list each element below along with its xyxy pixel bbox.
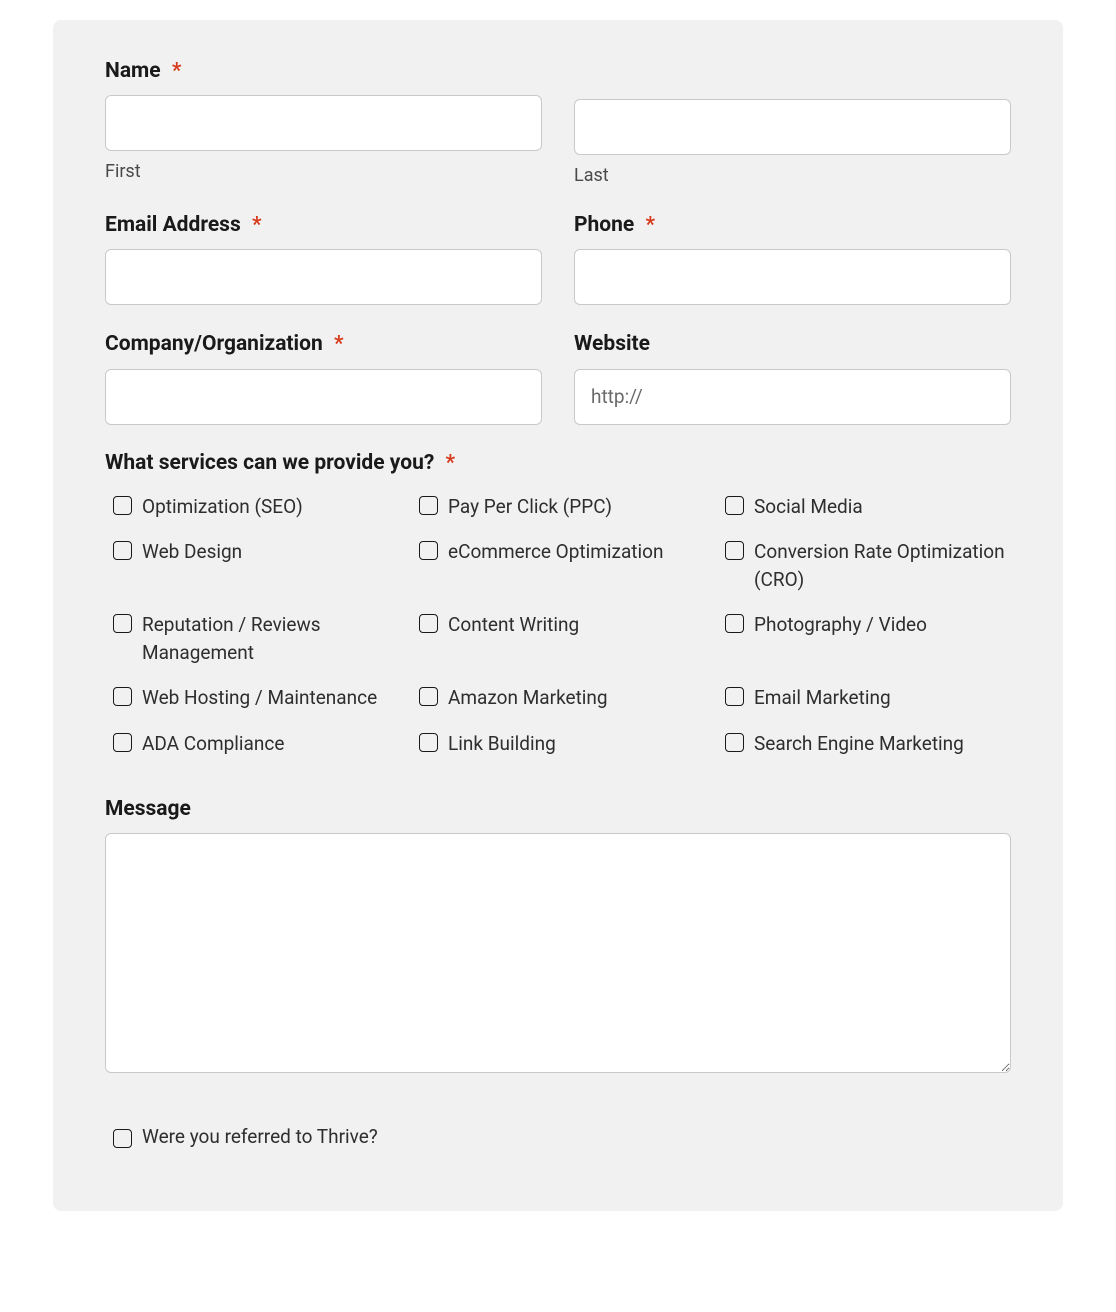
email-phone-row: Email Address * Phone * xyxy=(105,212,1011,305)
referral-row: Were you referred to Thrive? xyxy=(105,1123,1011,1151)
checkbox-input[interactable] xyxy=(725,614,744,633)
company-col: Company/Organization * xyxy=(105,331,542,424)
phone-label-text: Phone xyxy=(574,213,634,237)
service-option-sem[interactable]: Search Engine Marketing xyxy=(717,730,1011,758)
checkbox-input[interactable] xyxy=(419,496,438,515)
checkbox-label: ADA Compliance xyxy=(142,730,284,758)
service-option-link-building[interactable]: Link Building xyxy=(411,730,705,758)
checkbox-input[interactable] xyxy=(113,541,132,560)
checkbox-label: Search Engine Marketing xyxy=(754,730,964,758)
services-label-text: What services can we provide you? xyxy=(105,451,434,475)
name-label: Name * xyxy=(105,58,542,85)
services-grid: Optimization (SEO) Pay Per Click (PPC) S… xyxy=(105,493,1011,758)
service-option-hosting[interactable]: Web Hosting / Maintenance xyxy=(105,684,399,712)
email-input[interactable] xyxy=(105,249,542,305)
checkbox-input[interactable] xyxy=(725,733,744,752)
last-name-sublabel: Last xyxy=(574,165,1011,186)
service-option-reputation[interactable]: Reputation / Reviews Management xyxy=(105,611,399,666)
checkbox-label: Web Hosting / Maintenance xyxy=(142,684,377,712)
phone-label: Phone * xyxy=(574,212,1011,239)
checkbox-input[interactable] xyxy=(725,541,744,560)
checkbox-label: Link Building xyxy=(448,730,556,758)
email-col: Email Address * xyxy=(105,212,542,305)
referral-option[interactable]: Were you referred to Thrive? xyxy=(113,1123,1011,1151)
email-label-text: Email Address xyxy=(105,213,241,237)
checkbox-input[interactable] xyxy=(113,496,132,515)
phone-col: Phone * xyxy=(574,212,1011,305)
service-option-photo-video[interactable]: Photography / Video xyxy=(717,611,1011,666)
service-option-ada[interactable]: ADA Compliance xyxy=(105,730,399,758)
checkbox-label: Conversion Rate Optimization (CRO) xyxy=(754,538,1011,593)
required-asterisk: * xyxy=(646,213,656,237)
company-website-row: Company/Organization * Website xyxy=(105,331,1011,424)
checkbox-input[interactable] xyxy=(419,687,438,706)
service-option-web-design[interactable]: Web Design xyxy=(105,538,399,593)
message-label-text: Message xyxy=(105,797,191,821)
required-asterisk: * xyxy=(446,451,456,475)
required-asterisk: * xyxy=(334,332,344,356)
website-col: Website xyxy=(574,331,1011,424)
checkbox-label: Social Media xyxy=(754,493,863,521)
service-option-cro[interactable]: Conversion Rate Optimization (CRO) xyxy=(717,538,1011,593)
last-name-input[interactable] xyxy=(574,99,1011,155)
checkbox-label: Reputation / Reviews Management xyxy=(142,611,399,666)
message-textarea[interactable] xyxy=(105,833,1011,1073)
website-label: Website xyxy=(574,331,1011,358)
checkbox-input[interactable] xyxy=(419,614,438,633)
first-name-sublabel: First xyxy=(105,161,542,182)
required-asterisk: * xyxy=(172,59,182,83)
checkbox-input[interactable] xyxy=(113,687,132,706)
name-first-col: Name * First xyxy=(105,58,542,186)
email-label: Email Address * xyxy=(105,212,542,239)
checkbox-input[interactable] xyxy=(113,1129,132,1148)
checkbox-input[interactable] xyxy=(725,687,744,706)
service-option-seo[interactable]: Optimization (SEO) xyxy=(105,493,399,521)
first-name-input[interactable] xyxy=(105,95,542,151)
phone-input[interactable] xyxy=(574,249,1011,305)
name-label-text: Name xyxy=(105,59,161,83)
company-input[interactable] xyxy=(105,369,542,425)
service-option-amazon[interactable]: Amazon Marketing xyxy=(411,684,705,712)
service-option-ecommerce[interactable]: eCommerce Optimization xyxy=(411,538,705,593)
company-label-text: Company/Organization xyxy=(105,332,323,356)
website-input[interactable] xyxy=(574,369,1011,425)
service-option-content-writing[interactable]: Content Writing xyxy=(411,611,705,666)
checkbox-label: Content Writing xyxy=(448,611,579,639)
checkbox-label: Web Design xyxy=(142,538,242,566)
name-row: Name * First Last xyxy=(105,58,1011,186)
service-option-ppc[interactable]: Pay Per Click (PPC) xyxy=(411,493,705,521)
services-label: What services can we provide you? * xyxy=(105,451,1011,475)
checkbox-input[interactable] xyxy=(113,733,132,752)
name-last-col: Last xyxy=(574,58,1011,186)
contact-form: Name * First Last Email Address * Phone … xyxy=(53,20,1063,1211)
website-label-text: Website xyxy=(574,332,650,356)
service-option-social-media[interactable]: Social Media xyxy=(717,493,1011,521)
company-label: Company/Organization * xyxy=(105,331,542,358)
checkbox-label: Photography / Video xyxy=(754,611,927,639)
spacer xyxy=(574,58,1011,89)
checkbox-label: Pay Per Click (PPC) xyxy=(448,493,612,521)
message-label: Message xyxy=(105,797,1011,821)
referral-label: Were you referred to Thrive? xyxy=(142,1123,378,1151)
checkbox-label: Optimization (SEO) xyxy=(142,493,303,521)
checkbox-input[interactable] xyxy=(113,614,132,633)
checkbox-label: Amazon Marketing xyxy=(448,684,608,712)
checkbox-label: Email Marketing xyxy=(754,684,891,712)
service-option-email-marketing[interactable]: Email Marketing xyxy=(717,684,1011,712)
checkbox-label: eCommerce Optimization xyxy=(448,538,663,566)
checkbox-input[interactable] xyxy=(725,496,744,515)
checkbox-input[interactable] xyxy=(419,541,438,560)
checkbox-input[interactable] xyxy=(419,733,438,752)
required-asterisk: * xyxy=(252,213,262,237)
